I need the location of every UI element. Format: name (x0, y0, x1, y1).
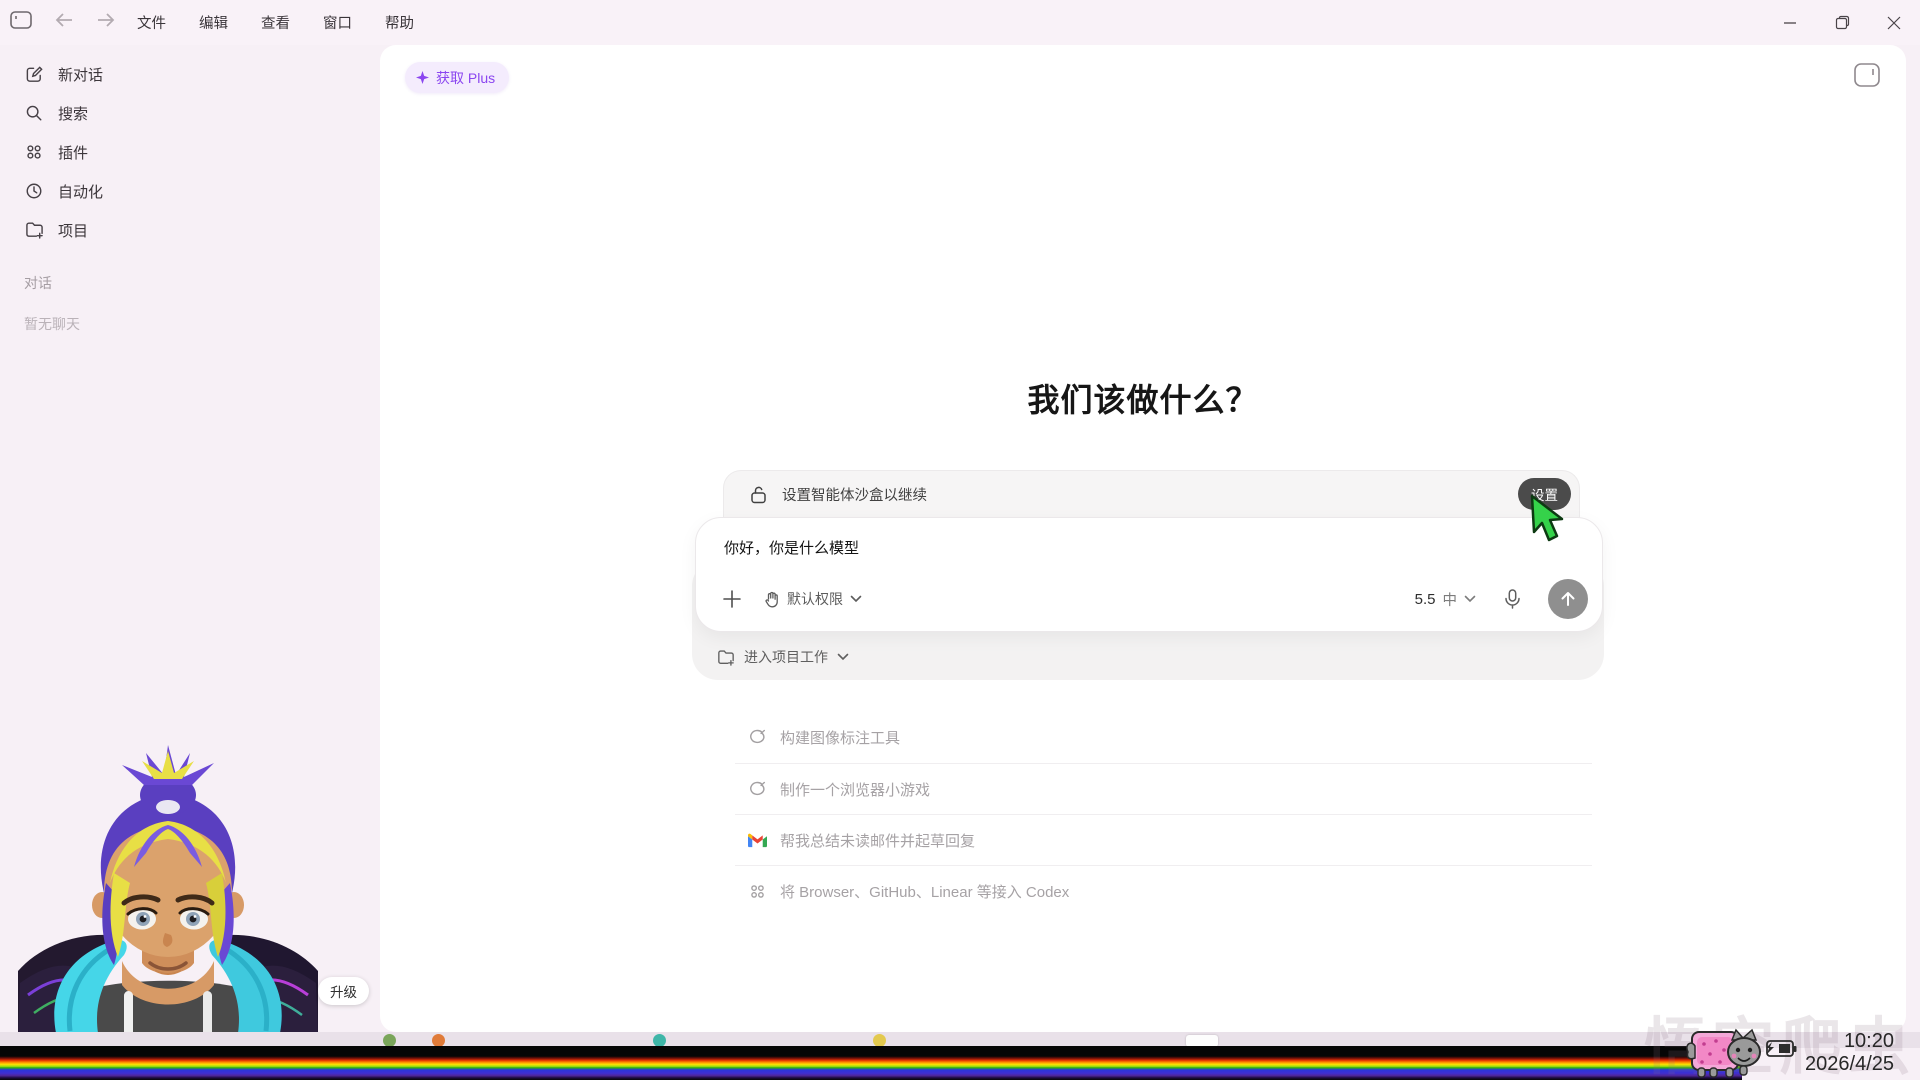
plus-icon (722, 589, 742, 609)
hand-icon (764, 591, 780, 608)
sidebar-item-search[interactable]: 搜索 (0, 94, 380, 132)
menu-file[interactable]: 文件 (137, 12, 166, 33)
chevron-down-icon (850, 595, 862, 603)
effort-label: 中 (1443, 589, 1458, 610)
menu-view[interactable]: 查看 (261, 12, 290, 33)
suggestion-build-annotation-tool[interactable]: 构建图像标注工具 (735, 712, 1592, 763)
arrow-up-icon (1559, 590, 1577, 608)
folder-plus-icon (717, 649, 735, 666)
gmail-icon (747, 830, 767, 850)
sparkle-icon (416, 71, 429, 84)
search-icon (24, 103, 44, 123)
right-panel-toggle-icon[interactable] (1854, 63, 1880, 87)
compose-icon (24, 64, 44, 84)
apps-grid-icon (24, 142, 44, 162)
sidebar-item-plugins[interactable]: 插件 (0, 133, 380, 171)
sidebar-item-label: 插件 (58, 142, 88, 163)
time-text: 10:20 (1805, 1030, 1894, 1053)
rainbow-trail (0, 1046, 1742, 1080)
suggestion-label: 帮我总结未读邮件并起草回复 (780, 830, 975, 851)
suggestion-browser-game[interactable]: 制作一个浏览器小游戏 (735, 763, 1592, 814)
send-button[interactable] (1548, 579, 1588, 619)
titlebar: 文件 编辑 查看 窗口 帮助 (0, 0, 1920, 45)
sidebar-toggle-icon[interactable] (10, 11, 32, 34)
sidebar-item-label: 搜索 (58, 103, 88, 124)
date-text: 2026/4/25 (1805, 1053, 1894, 1076)
codex-loop-icon (747, 779, 767, 799)
model-label: 5.5 (1415, 591, 1436, 608)
minimize-button[interactable] (1764, 0, 1816, 45)
dictate-button[interactable] (1496, 583, 1528, 615)
menu-window[interactable]: 窗口 (323, 12, 352, 33)
microphone-icon (1504, 589, 1521, 609)
codex-loop-icon (747, 728, 767, 748)
suggestion-label: 制作一个浏览器小游戏 (780, 779, 930, 800)
sidebar-item-label: 新对话 (58, 64, 103, 85)
sidebar-empty-text: 暂无聊天 (24, 314, 80, 334)
unlock-icon (750, 485, 767, 504)
menu-help[interactable]: 帮助 (385, 12, 414, 33)
restore-button[interactable] (1816, 0, 1868, 45)
sidebar-item-label: 项目 (58, 220, 88, 241)
chevron-down-icon (1464, 595, 1476, 603)
chevron-down-icon (837, 653, 849, 661)
composer: 你好，你是什么模型 默认权限 5.5 中 (695, 517, 1603, 632)
mouse-cursor (1524, 494, 1566, 548)
get-plus-button[interactable]: 获取 Plus (405, 62, 509, 93)
menubar: 文件 编辑 查看 窗口 帮助 (137, 0, 414, 45)
sidebar-item-projects[interactable]: 项目 (0, 211, 380, 249)
clock-icon (24, 181, 44, 201)
avatar[interactable] (18, 733, 318, 1038)
composer-input[interactable]: 你好，你是什么模型 (724, 537, 859, 558)
permission-selector[interactable]: 默认权限 (764, 589, 862, 609)
attach-plus-button[interactable] (716, 583, 748, 615)
suggestion-label: 将 Browser、GitHub、Linear 等接入 Codex (780, 881, 1069, 902)
main-panel: 获取 Plus 我们该做什么？ 设置智能体沙盒以继续 设置 进入项目工作 你好，… (380, 45, 1906, 1032)
model-selector[interactable]: 5.5 中 (1415, 589, 1476, 610)
close-button[interactable] (1868, 0, 1920, 45)
app-window: 文件 编辑 查看 窗口 帮助 新对话 (0, 0, 1920, 1080)
suggestion-summarize-emails[interactable]: 帮我总结未读邮件并起草回复 (735, 814, 1592, 865)
folder-plus-icon (24, 220, 44, 240)
suggestion-list: 构建图像标注工具 制作一个浏览器小游戏 帮我总结未读邮件并起草回复 将 Brow… (735, 712, 1592, 916)
menu-edit[interactable]: 编辑 (199, 12, 228, 33)
project-work-label: 进入项目工作 (744, 647, 828, 667)
upgrade-tooltip[interactable]: 升级 (318, 977, 369, 1005)
sidebar-section-chats: 对话 (24, 273, 52, 293)
suggestion-label: 构建图像标注工具 (780, 727, 900, 748)
sandbox-banner-text: 设置智能体沙盒以继续 (782, 484, 927, 505)
apps-grid-icon (747, 881, 767, 901)
forward-icon[interactable] (96, 12, 116, 33)
sidebar-item-new-chat[interactable]: 新对话 (0, 55, 380, 93)
sidebar-item-automation[interactable]: 自动化 (0, 172, 380, 210)
nyan-cat-icon (1686, 1022, 1766, 1080)
back-icon[interactable] (54, 12, 74, 33)
suggestion-connect-codex[interactable]: 将 Browser、GitHub、Linear 等接入 Codex (735, 865, 1592, 916)
clock[interactable]: 10:20 2026/4/25 (1805, 1030, 1894, 1076)
permission-label: 默认权限 (787, 589, 843, 609)
sidebar-item-label: 自动化 (58, 181, 103, 202)
page-title: 我们该做什么？ (380, 375, 1906, 421)
